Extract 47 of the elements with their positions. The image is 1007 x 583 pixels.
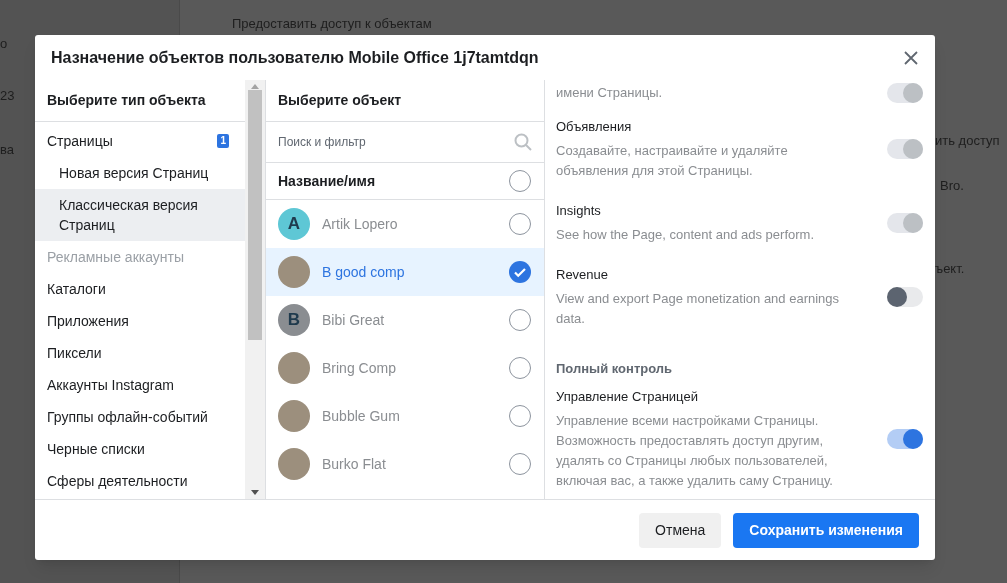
search-field[interactable]: Поиск и фильтр — [278, 133, 478, 151]
background-text: Предоставить доступ к объектам — [232, 15, 432, 33]
background-text: ить доступ — [935, 132, 1000, 150]
column-heading: Выберите объект — [278, 91, 402, 110]
column-heading: Выберите тип объекта — [47, 91, 206, 110]
object-row[interactable]: Burko Flat — [266, 440, 544, 488]
save-button[interactable]: Сохранить изменения — [733, 512, 919, 548]
object-row[interactable]: A Artik Lopero — [266, 200, 544, 248]
toggle-switch[interactable] — [887, 287, 923, 307]
object-name: Bring Comp — [322, 358, 397, 378]
count-badge: 1 — [217, 134, 229, 148]
toggle-switch[interactable] — [887, 429, 923, 449]
background-text: ъект. — [935, 260, 965, 278]
permission-title: Insights — [556, 202, 602, 220]
permission-title: Объявления — [556, 118, 633, 136]
search-icon — [514, 133, 532, 151]
checked-radio[interactable] — [509, 261, 531, 283]
permission-description: See how the Page, content and ads perform. — [556, 226, 815, 244]
permission-description: Управление всеми настройками Страницы. Возможность предоставлять доступ другим, удалять со Страницы любых пользователей, включая вас, а также удалить саму Страницу. — [556, 412, 834, 490]
photo-placeholder — [278, 352, 310, 384]
section-heading: Полный контроль — [556, 361, 673, 376]
object-row[interactable]: B Bibi Great — [266, 296, 544, 344]
object-name: Bibi Great — [322, 310, 386, 330]
photo-placeholder — [278, 448, 310, 480]
dialog-title: Назначение объектов пользователю Mobile Office 1j7tamtdqn — [51, 47, 539, 68]
permission-title: Управление Страницей — [556, 388, 699, 406]
cancel-button[interactable]: Отмена — [639, 512, 722, 548]
permission-description: View and export Page monetization and earnings data. — [556, 290, 841, 328]
letter-avatar: B — [278, 304, 310, 336]
scrollbar[interactable] — [245, 80, 265, 499]
column-header: Название/имя — [278, 171, 376, 191]
permission-description: имени Страницы. — [556, 84, 664, 102]
scroll-down-icon[interactable] — [251, 490, 259, 495]
photo-placeholder — [278, 256, 310, 288]
object-row[interactable]: Bring Comp — [266, 344, 544, 392]
object-name: Burko Flat — [322, 454, 387, 474]
object-name: Artik Lopero — [322, 214, 399, 234]
letter-avatar: A — [278, 208, 310, 240]
object-row[interactable]: B good comp — [266, 248, 544, 296]
photo-placeholder — [278, 400, 310, 432]
background-text: Bro. — [940, 177, 964, 195]
permission-description: Создавайте, настраивайте и удаляйте объявления для этой Страницы. — [556, 142, 789, 180]
object-name: B good comp — [322, 262, 406, 282]
permission-title: Revenue — [556, 266, 610, 284]
object-name: Bubble Gum — [322, 406, 401, 426]
object-type-item[interactable]: Классическая версия Страниц — [35, 189, 245, 241]
close-icon[interactable] — [903, 49, 919, 66]
